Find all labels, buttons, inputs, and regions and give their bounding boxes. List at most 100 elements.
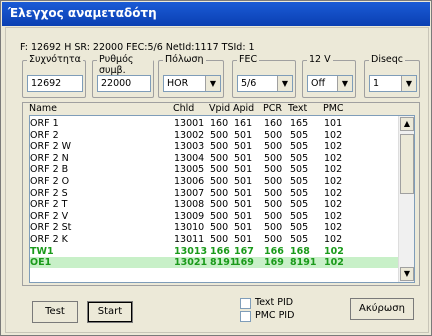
fec-group: FEC 5/6 ▼ <box>232 54 296 98</box>
col-header-chld: Chld <box>173 103 195 114</box>
table-cell: 501 <box>234 199 253 211</box>
table-cell: 167 <box>234 245 254 257</box>
table-cell: 102 <box>324 129 343 141</box>
title-bar: Έλεγχος αναμεταδότη <box>2 2 430 26</box>
table-row[interactable]: ORF 2 V 13009 500 501 500 505 102 <box>30 211 400 222</box>
table-cell: 500 <box>210 222 229 234</box>
col-header-apid: Apid <box>233 103 255 114</box>
polarity-select[interactable]: HOR ▼ <box>163 75 221 92</box>
polarity-label: Πόλωση <box>163 54 206 65</box>
table-row[interactable]: ORF 2 O 13006 500 501 500 505 102 <box>30 176 400 187</box>
table-cell: ORF 2 B <box>30 164 69 176</box>
text-pid-checkbox[interactable] <box>240 298 251 309</box>
diseqc-label: Diseqc <box>369 54 406 65</box>
table-cell: 166 <box>264 245 284 257</box>
cancel-button[interactable]: Ακύρωση <box>350 298 414 320</box>
chevron-down-icon[interactable]: ▼ <box>337 76 352 91</box>
table-cell: 500 <box>210 234 229 245</box>
scroll-up-icon[interactable]: ▲ <box>400 117 414 131</box>
table-row[interactable]: ORF 2 T 13008 500 501 500 505 102 <box>30 199 400 210</box>
table-cell: 501 <box>234 164 253 176</box>
table-cell: 501 <box>234 234 253 245</box>
table-cell: ORF 2 K <box>30 234 68 245</box>
table-cell: 102 <box>324 187 343 199</box>
table-row[interactable]: ORF 1 13001 160 161 160 165 101 <box>30 118 400 129</box>
diseqc-group: Diseqc 1 ▼ <box>364 54 420 98</box>
table-row[interactable]: ORF 2 K 13011 500 501 500 505 102 <box>30 234 400 245</box>
table-cell: 13021 <box>174 257 208 269</box>
table-cell: 500 <box>264 210 283 222</box>
table-cell: 13002 <box>174 129 205 141</box>
fec-value: 5/6 <box>241 78 257 89</box>
chevron-down-icon[interactable]: ▼ <box>277 76 292 91</box>
channel-list[interactable]: ORF 1 13001 160 161 160 165 101 ORF 2 13002 500 50… <box>29 115 415 283</box>
table-row[interactable]: OE1 13021 8191 169 169 8191 102 <box>30 257 400 269</box>
pmc-pid-checkbox[interactable] <box>240 311 251 322</box>
table-cell: 102 <box>324 210 343 222</box>
frequency-group: Συχνότητα 12692 <box>22 54 86 98</box>
text-pid-label: Text PID <box>255 297 294 308</box>
table-cell: 501 <box>234 129 253 141</box>
table-cell: 102 <box>324 234 343 245</box>
symbol-rate-label: Ρυθμός συμβ. <box>97 54 153 76</box>
symbol-rate-input[interactable]: 22000 <box>97 75 151 92</box>
table-cell: 501 <box>234 210 253 222</box>
table-cell: 102 <box>324 152 343 164</box>
table-row[interactable]: ORF 2 N 13004 500 501 500 505 102 <box>30 153 400 164</box>
frequency-input[interactable]: 12692 <box>27 75 83 92</box>
chevron-down-icon[interactable]: ▼ <box>205 76 220 91</box>
table-cell: 500 <box>210 152 229 164</box>
table-cell: 13010 <box>174 222 205 234</box>
polarity-group: Πόλωση HOR ▼ <box>158 54 224 98</box>
table-cell: ORF 1 <box>30 118 59 129</box>
table-cell: 169 <box>234 257 254 269</box>
pmc-pid-label: PMC PID <box>255 310 295 321</box>
table-cell: 505 <box>290 152 309 164</box>
table-cell: ORF 2 <box>30 129 59 141</box>
table-cell: 500 <box>210 176 229 187</box>
table-cell: 505 <box>290 129 309 141</box>
fec-label: FEC <box>237 54 260 65</box>
table-cell: ORF 2 O <box>30 176 70 187</box>
col-header-pmc: PMC <box>323 103 344 114</box>
table-cell: 13001 <box>174 118 205 129</box>
table-row[interactable]: ORF 2 B 13005 500 501 500 505 102 <box>30 164 400 175</box>
table-cell: TW1 <box>30 245 54 257</box>
table-cell: 500 <box>210 210 229 222</box>
fec-select[interactable]: 5/6 ▼ <box>237 75 293 92</box>
table-row[interactable]: ORF 2 S 13007 500 501 500 505 102 <box>30 188 400 199</box>
table-cell: 160 <box>210 118 229 129</box>
diseqc-value: 1 <box>373 78 380 89</box>
table-cell: 13006 <box>174 176 205 187</box>
test-button[interactable]: Test <box>32 301 78 323</box>
diseqc-select[interactable]: 1 ▼ <box>369 75 417 92</box>
table-cell: ORF 2 T <box>30 199 68 211</box>
scroll-down-icon[interactable]: ▼ <box>400 267 414 281</box>
table-row[interactable]: ORF 2 13002 500 501 500 505 102 <box>30 130 400 141</box>
polarity-value: HOR <box>167 78 189 89</box>
table-cell: 161 <box>234 118 253 129</box>
table-cell: 505 <box>290 210 309 222</box>
scrollbar-thumb[interactable] <box>400 134 414 194</box>
table-cell: 500 <box>264 176 283 187</box>
chevron-down-icon[interactable]: ▼ <box>401 76 416 91</box>
table-cell: 505 <box>290 199 309 211</box>
table-row[interactable]: ORF 2 W 13003 500 501 500 505 102 <box>30 141 400 152</box>
table-row[interactable]: TW1 13013 166 167 166 168 102 <box>30 246 400 257</box>
table-cell: 500 <box>210 129 229 141</box>
start-button[interactable]: Start <box>87 301 133 323</box>
table-row[interactable]: ORF 2 St 13010 500 501 500 505 102 <box>30 222 400 233</box>
table-cell: 500 <box>264 222 283 234</box>
channel-table-group: Name Chld Vpid Apid PCR Text PMC ORF 1 13… <box>22 102 420 286</box>
table-cell: 13004 <box>174 152 205 164</box>
table-cell: 102 <box>324 245 344 257</box>
v12-select[interactable]: Off ▼ <box>307 75 353 92</box>
table-cell: 101 <box>324 118 343 129</box>
table-cell: 102 <box>324 199 343 211</box>
vertical-scrollbar[interactable]: ▲ ▼ <box>398 116 414 282</box>
table-cell: 168 <box>290 245 310 257</box>
table-cell: 505 <box>290 164 309 176</box>
table-cell: 505 <box>290 176 309 187</box>
table-cell: 500 <box>210 164 229 176</box>
col-header-name: Name <box>29 103 58 114</box>
